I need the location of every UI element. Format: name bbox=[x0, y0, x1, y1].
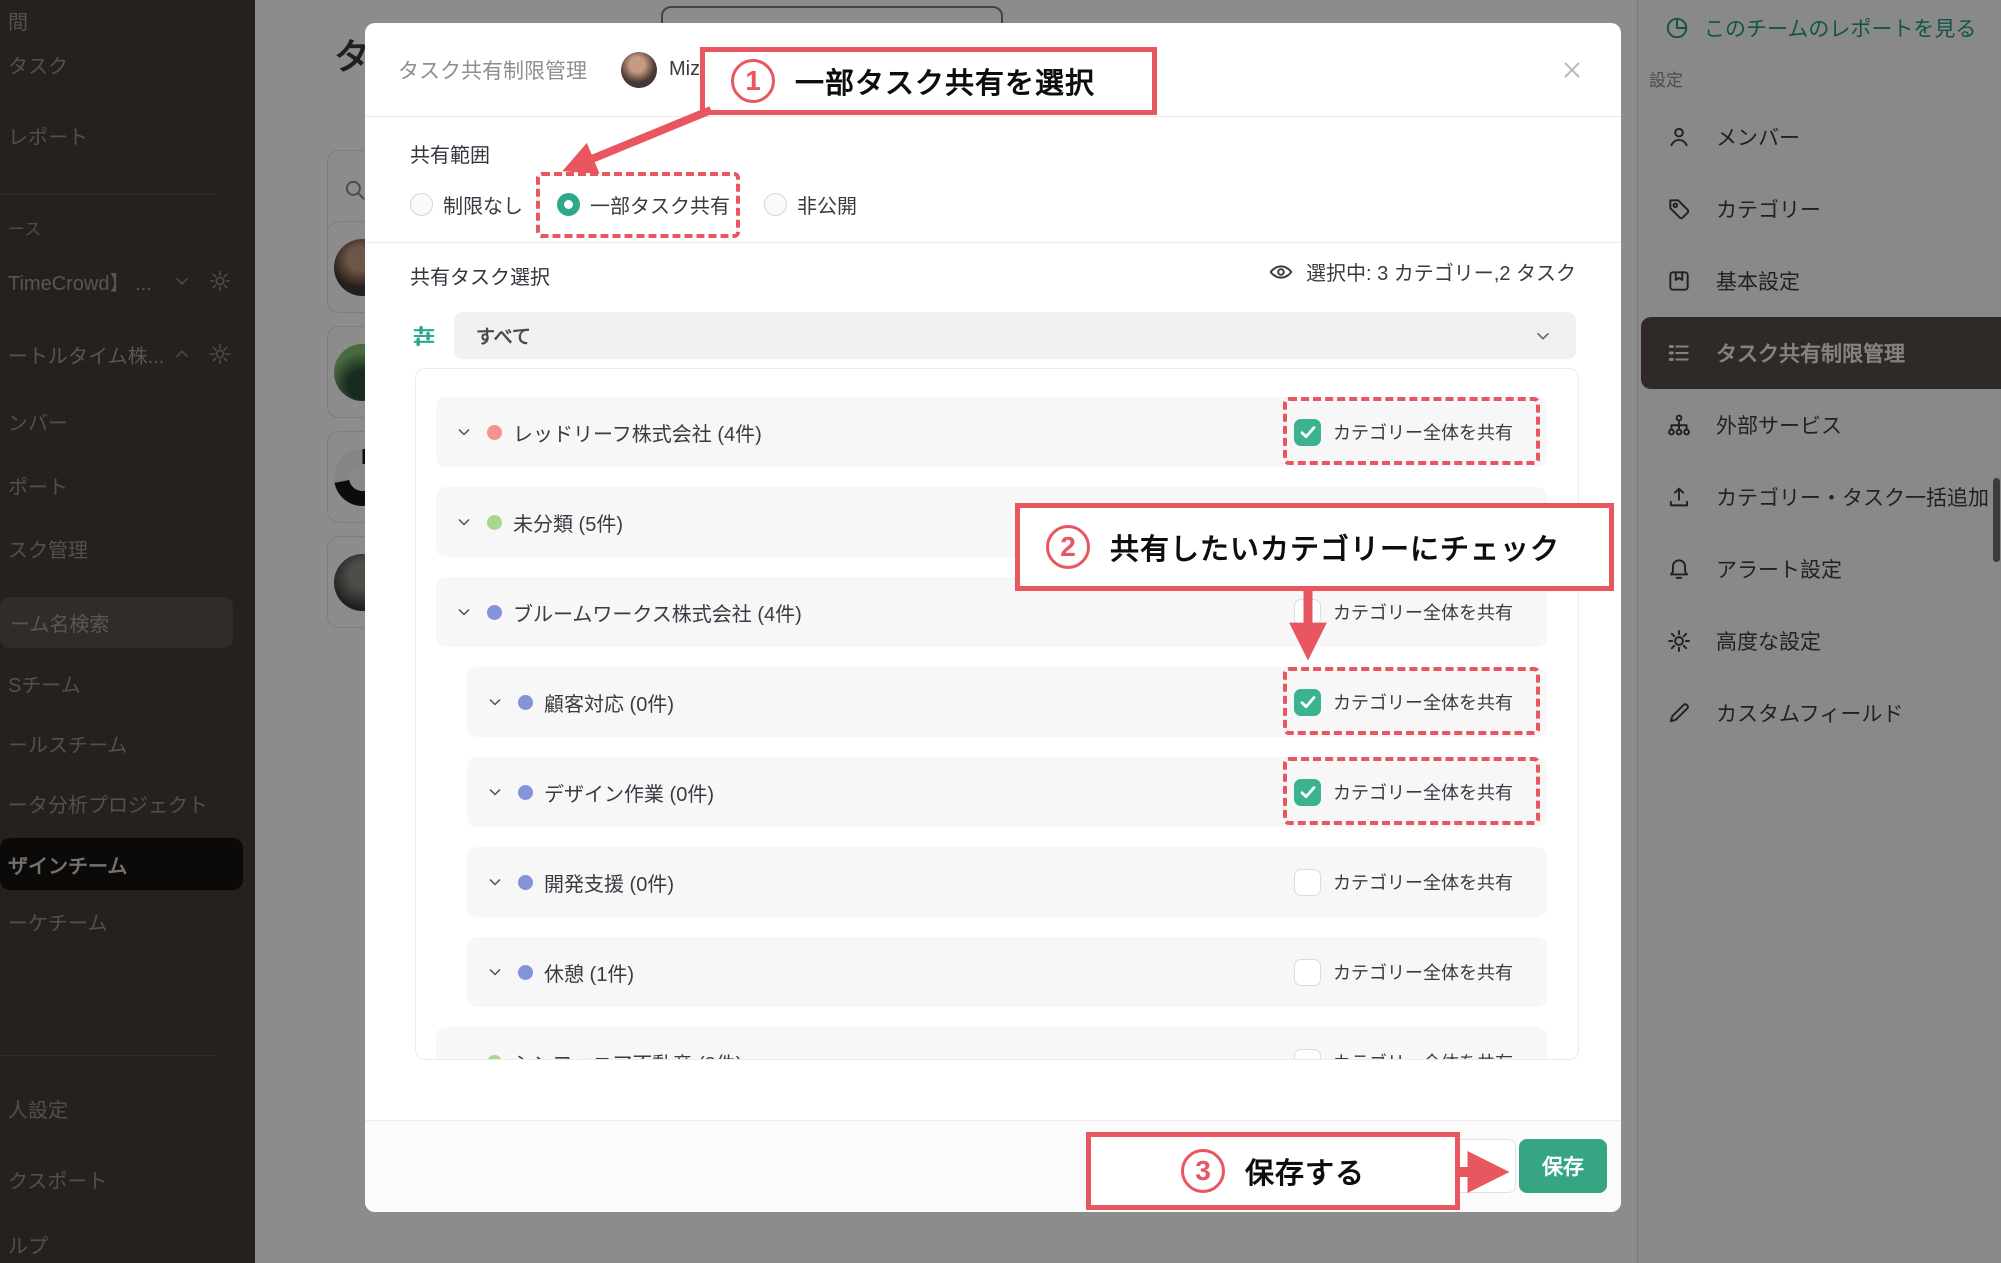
radio-unchecked[interactable] bbox=[410, 193, 433, 216]
annotation-callout-3: 3 保存する bbox=[1086, 1132, 1460, 1210]
category-label: 開発支援 (0件) bbox=[544, 868, 674, 897]
category-color-dot bbox=[487, 1055, 502, 1061]
category-row[interactable]: 開発支援 (0件) カテゴリー全体を共有 bbox=[467, 847, 1547, 917]
checkbox-unchecked[interactable] bbox=[1294, 1049, 1321, 1061]
divider bbox=[365, 242, 1621, 243]
app-root: 間タスクレポートースTimeCrowd】 ...ートルタイム株...ンバーポート… bbox=[0, 0, 2001, 1263]
annotation-number: 3 bbox=[1181, 1149, 1225, 1193]
checkbox-label: カテゴリー全体を共有 bbox=[1333, 599, 1513, 625]
checkbox-unchecked[interactable] bbox=[1294, 869, 1321, 896]
filter-sliders-icon bbox=[410, 322, 438, 350]
radio-label: 制限なし bbox=[443, 190, 523, 219]
close-icon[interactable] bbox=[1559, 57, 1585, 83]
category-label: 未分類 (5件) bbox=[513, 508, 623, 537]
selection-summary: 選択中: 3 カテゴリー,2 タスク bbox=[1268, 257, 1576, 286]
radio-unchecked[interactable] bbox=[764, 193, 787, 216]
filter-row: すべて bbox=[410, 312, 1576, 359]
annotation-arrow-3 bbox=[1453, 1146, 1523, 1198]
category-filter-dropdown[interactable]: すべて bbox=[454, 312, 1576, 359]
annotation-callout-1: 1 一部タスク共有を選択 bbox=[700, 47, 1157, 115]
share-scope-option[interactable]: 制限なし bbox=[410, 190, 523, 219]
annotation-arrow-2 bbox=[1290, 589, 1330, 669]
category-label: 顧客対応 (0件) bbox=[544, 688, 674, 717]
checkbox-label: カテゴリー全体を共有 bbox=[1333, 869, 1513, 895]
annotation-number: 1 bbox=[731, 59, 775, 103]
chevron-down-icon[interactable] bbox=[485, 872, 505, 892]
category-label: デザイン作業 (0件) bbox=[544, 778, 714, 807]
chevron-down-icon[interactable] bbox=[454, 512, 474, 532]
radio-label: 非公開 bbox=[797, 190, 857, 219]
annotation-arrow-1 bbox=[548, 102, 738, 187]
category-row[interactable]: シンフォニア不動産 (8件) カテゴリー全体を共有 bbox=[436, 1027, 1547, 1060]
share-whole-category-toggle[interactable]: カテゴリー全体を共有 bbox=[1294, 1049, 1513, 1061]
share-whole-category-toggle[interactable]: カテゴリー全体を共有 bbox=[1294, 959, 1513, 986]
chevron-down-icon[interactable] bbox=[454, 422, 474, 442]
chevron-down-icon[interactable] bbox=[454, 1052, 474, 1060]
share-scope-option[interactable]: 非公開 bbox=[764, 190, 857, 219]
category-color-dot bbox=[518, 965, 533, 980]
eye-icon bbox=[1268, 259, 1294, 285]
modal-title: タスク共有制限管理 bbox=[398, 55, 587, 85]
category-color-dot bbox=[518, 695, 533, 710]
checkbox-unchecked[interactable] bbox=[1294, 959, 1321, 986]
category-color-dot bbox=[487, 605, 502, 620]
category-color-dot bbox=[518, 785, 533, 800]
category-label: ブルームワークス株式会社 (4件) bbox=[513, 598, 802, 627]
share-whole-category-toggle[interactable]: カテゴリー全体を共有 bbox=[1294, 869, 1513, 896]
chevron-down-icon[interactable] bbox=[485, 782, 505, 802]
annotation-callout-2: 2 共有したいカテゴリーにチェック bbox=[1015, 503, 1614, 591]
category-color-dot bbox=[518, 875, 533, 890]
chevron-down-icon[interactable] bbox=[454, 602, 474, 622]
category-row[interactable]: 休憩 (1件) カテゴリー全体を共有 bbox=[467, 937, 1547, 1007]
task-select-label: 共有タスク選択 bbox=[410, 261, 550, 290]
category-label: レッドリーフ株式会社 (4件) bbox=[513, 418, 762, 447]
annotation-dashed-box-row4 bbox=[1283, 667, 1540, 735]
chevron-down-icon bbox=[1532, 325, 1554, 347]
category-color-dot bbox=[487, 425, 502, 440]
user-avatar bbox=[621, 52, 657, 88]
checkbox-label: カテゴリー全体を共有 bbox=[1333, 959, 1513, 985]
annotation-dashed-box-row5 bbox=[1283, 757, 1540, 825]
annotation-number: 2 bbox=[1046, 525, 1090, 569]
category-label: 休憩 (1件) bbox=[544, 958, 634, 987]
category-color-dot bbox=[487, 515, 502, 530]
annotation-dashed-box-row1 bbox=[1283, 397, 1540, 465]
save-button[interactable]: 保存 bbox=[1519, 1139, 1607, 1193]
chevron-down-icon[interactable] bbox=[485, 962, 505, 982]
checkbox-label: カテゴリー全体を共有 bbox=[1333, 1049, 1513, 1060]
category-label: シンフォニア不動産 (8件) bbox=[513, 1048, 742, 1061]
chevron-down-icon[interactable] bbox=[485, 692, 505, 712]
share-scope-label: 共有範囲 bbox=[410, 139, 490, 168]
